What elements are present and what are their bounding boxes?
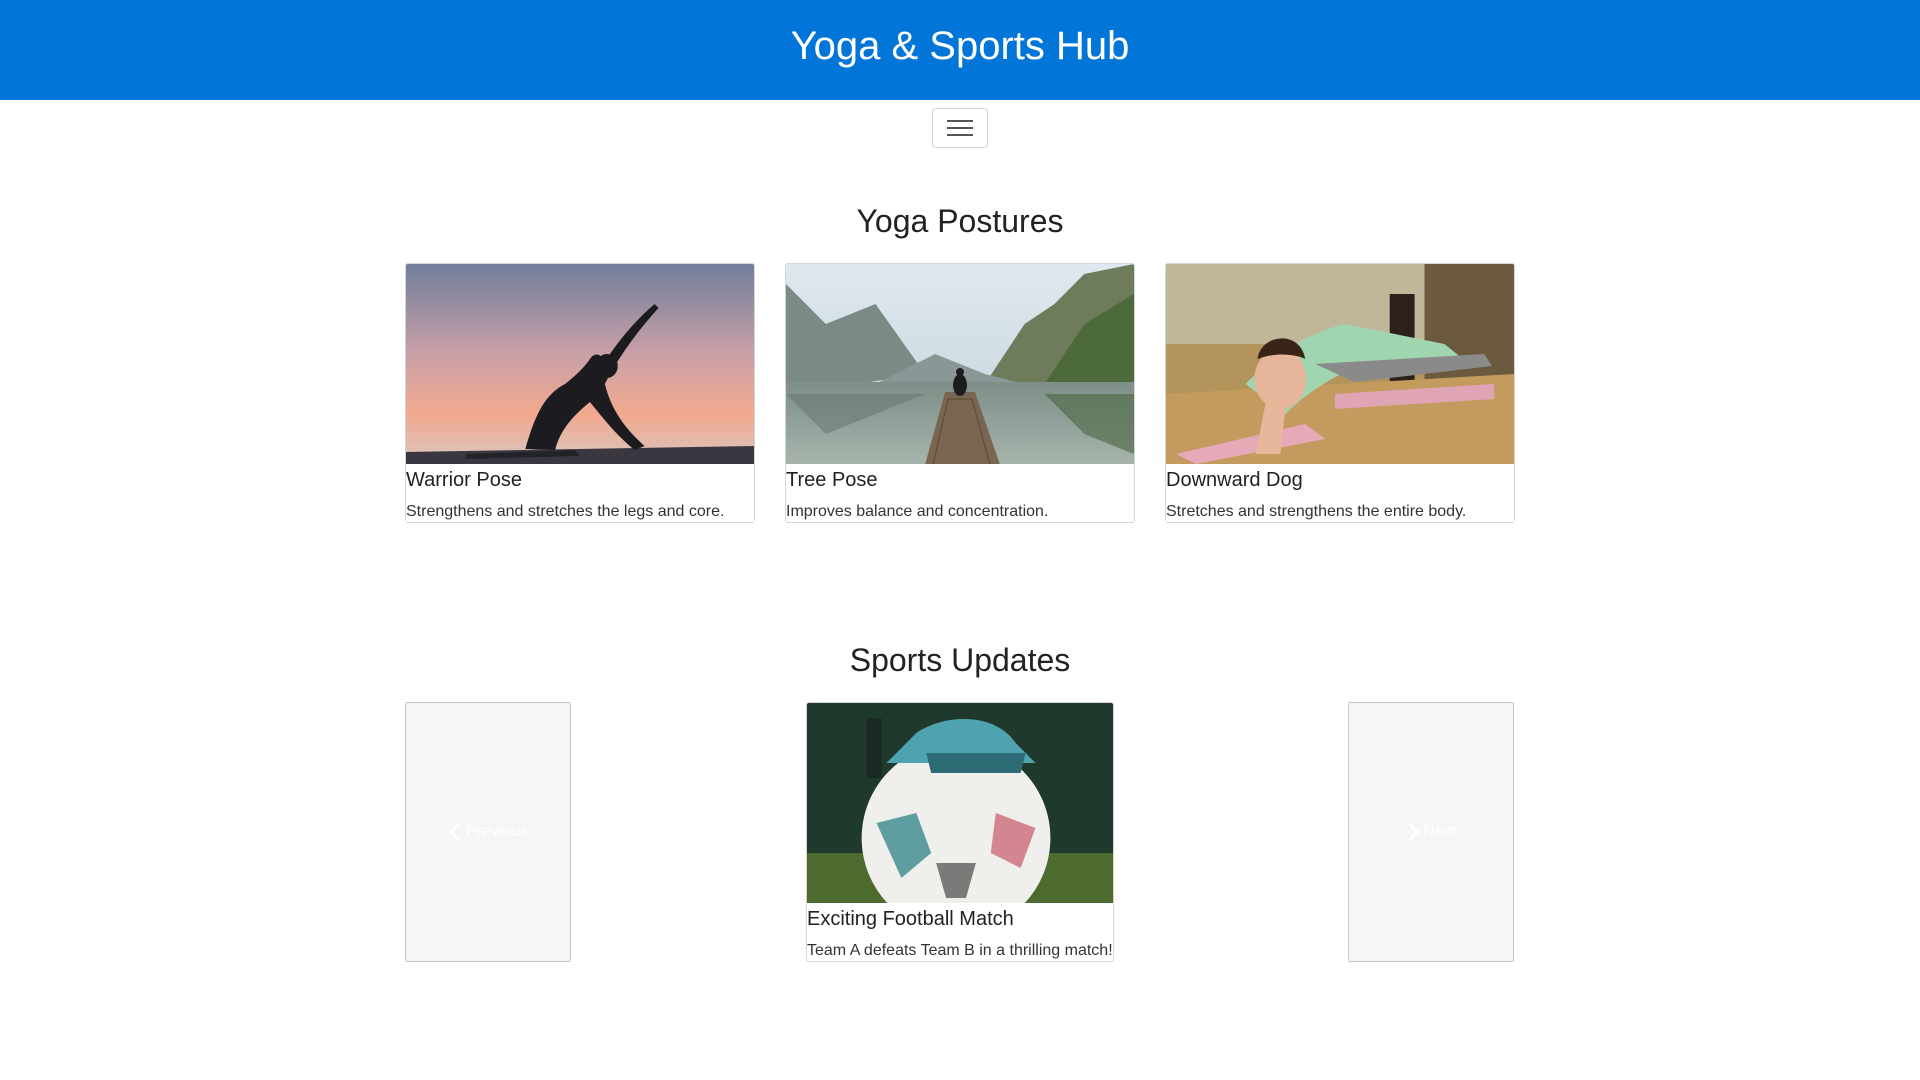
- site-title: Yoga & Sports Hub: [790, 24, 1130, 68]
- downward-dog-image: [1166, 264, 1514, 464]
- football-match-image: [807, 703, 1113, 903]
- card-text: Strengthens and stretches the legs and c…: [406, 503, 725, 520]
- carousel-next-label: Next: [1423, 823, 1457, 840]
- navbar-toggle-button[interactable]: [932, 108, 988, 148]
- site-header: Yoga & Sports Hub: [0, 0, 1920, 100]
- hamburger-menu-icon: [947, 120, 973, 137]
- card-title: Downward Dog: [1166, 469, 1303, 491]
- card-text: Improves balance and concentration.: [786, 503, 1049, 520]
- chevron-left-icon: [448, 823, 460, 841]
- tree-pose-image: [786, 264, 1134, 464]
- carousel-previous-button[interactable]: Previous: [405, 702, 571, 962]
- carousel-next-button[interactable]: Next: [1348, 702, 1514, 962]
- chevron-right-icon: [1407, 823, 1419, 841]
- yoga-card-downward-dog[interactable]: Downward Dog Stretches and strengthens t…: [1165, 263, 1515, 523]
- card-title: Exciting Football Match: [807, 908, 1014, 930]
- yoga-section-heading: Yoga Postures: [856, 203, 1064, 239]
- yoga-card-warrior[interactable]: Warrior Pose Strengthens and stretches t…: [405, 263, 755, 523]
- card-text: Team A defeats Team B in a thrilling mat…: [807, 942, 1113, 959]
- warrior-pose-image: [406, 264, 754, 464]
- carousel-previous-label: Previous: [465, 823, 529, 840]
- card-text: Stretches and strengthens the entire bod…: [1166, 503, 1467, 520]
- yoga-card-tree[interactable]: Tree Pose Improves balance and concentra…: [785, 263, 1135, 523]
- card-title: Tree Pose: [786, 469, 878, 491]
- card-title: Warrior Pose: [406, 469, 522, 491]
- sports-section-heading: Sports Updates: [849, 642, 1071, 678]
- sports-slide-card[interactable]: Exciting Football Match Team A defeats T…: [806, 702, 1114, 962]
